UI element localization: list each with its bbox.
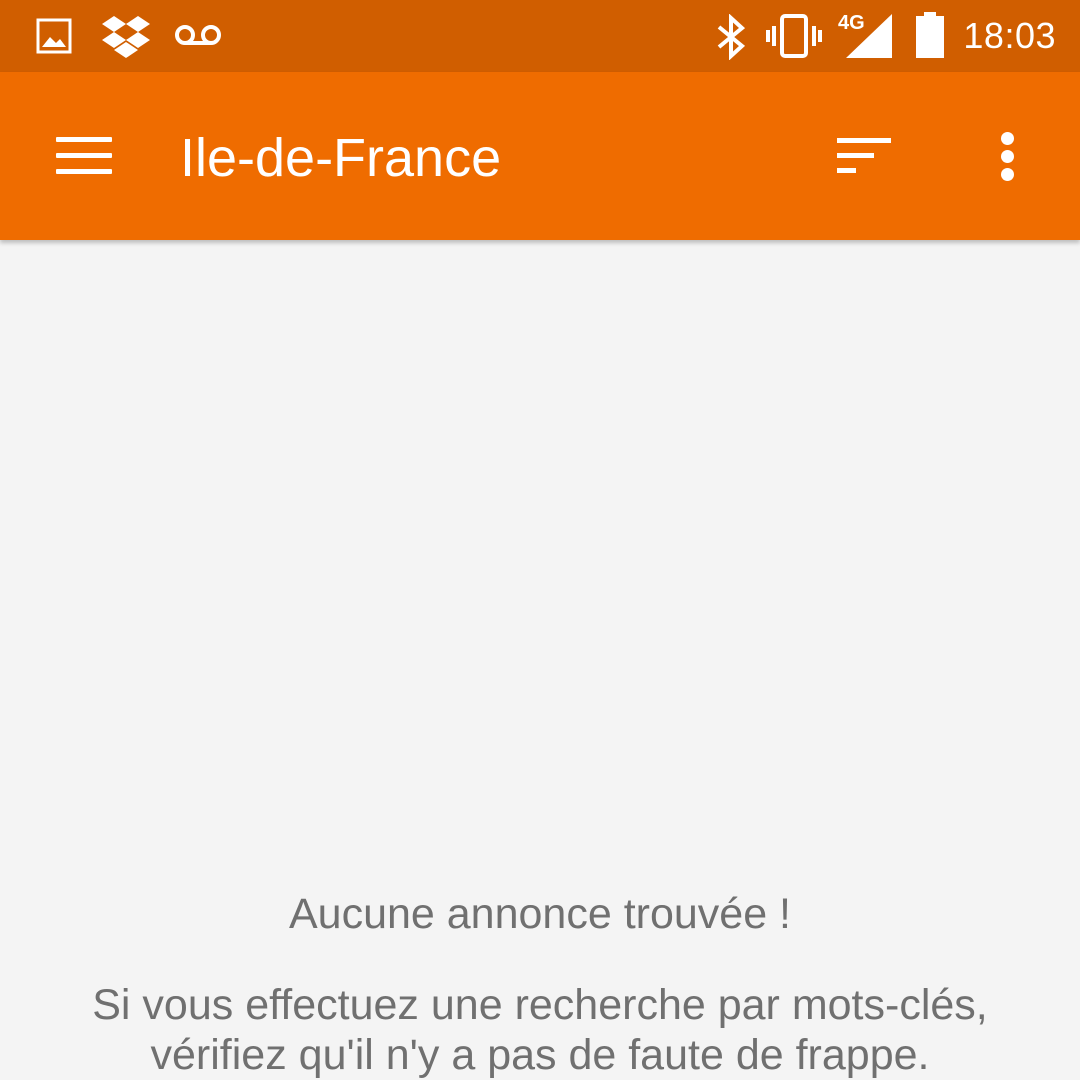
empty-state-message: Si vous effectuez une recherche par mots… xyxy=(92,981,988,1079)
sort-button[interactable] xyxy=(820,116,908,196)
voicemail-icon xyxy=(175,25,221,45)
vibrate-icon xyxy=(766,14,822,58)
empty-state-title: Aucune annonce trouvée ! xyxy=(288,890,792,938)
more-options-button[interactable] xyxy=(966,116,1050,196)
screen: 4G 18:03 Ile-de-France Aucune annonce tr… xyxy=(0,0,1080,1080)
dropbox-icon xyxy=(102,16,150,58)
bluetooth-icon xyxy=(717,14,746,60)
gallery-icon xyxy=(36,18,72,54)
signal-icon xyxy=(846,14,892,58)
battery-icon xyxy=(916,12,944,58)
status-bar: 4G 18:03 xyxy=(0,0,1080,72)
status-time: 18:03 xyxy=(963,15,1056,56)
page-title: Ile-de-France xyxy=(180,128,502,188)
menu-button[interactable] xyxy=(40,116,128,196)
app-bar: Ile-de-France xyxy=(0,72,1080,240)
